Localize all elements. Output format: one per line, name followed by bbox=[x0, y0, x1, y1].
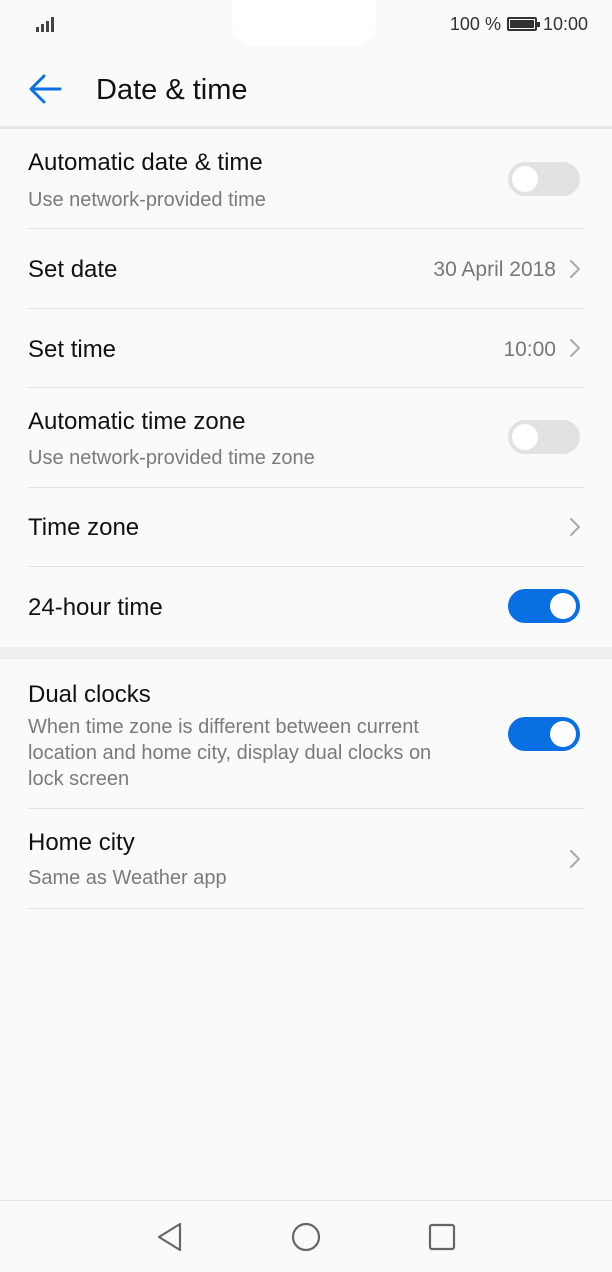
hour-24-toggle[interactable] bbox=[508, 589, 580, 623]
automatic-date-time-row[interactable]: Automatic date & time Use network-provid… bbox=[28, 129, 584, 229]
dual-clocks-row[interactable]: Dual clocks When time zone is different … bbox=[28, 659, 584, 809]
system-nav-bar bbox=[0, 1200, 612, 1272]
automatic-time-zone-title: Automatic time zone bbox=[28, 408, 246, 435]
automatic-time-zone-row[interactable]: Automatic time zone Use network-provided… bbox=[28, 388, 584, 488]
automatic-time-zone-toggle[interactable] bbox=[508, 420, 580, 454]
status-time: 10:00 bbox=[542, 13, 588, 34]
square-recents-icon bbox=[428, 1223, 456, 1251]
nav-back-button[interactable] bbox=[152, 1219, 188, 1255]
circle-home-icon bbox=[291, 1222, 321, 1252]
automatic-date-time-title: Automatic date & time bbox=[28, 149, 263, 176]
set-date-value: 30 April 2018 bbox=[433, 258, 556, 281]
automatic-time-zone-subtitle: Use network-provided time zone bbox=[28, 447, 315, 469]
page-title: Date & time bbox=[96, 74, 248, 106]
back-button[interactable] bbox=[26, 68, 68, 110]
arrow-left-icon bbox=[29, 74, 62, 104]
chevron-right-icon bbox=[570, 260, 580, 278]
set-time-value: 10:00 bbox=[503, 338, 556, 361]
triangle-back-icon bbox=[157, 1222, 182, 1252]
status-bar: 100 % 10:00 bbox=[0, 0, 612, 48]
set-date-row[interactable]: Set date 30 April 2018 bbox=[28, 229, 584, 309]
battery-percent: 100 % bbox=[449, 13, 501, 34]
toggle-knob bbox=[550, 721, 576, 747]
signal-icon bbox=[36, 14, 58, 32]
toggle-knob bbox=[512, 424, 538, 450]
home-city-subtitle: Same as Weather app bbox=[28, 867, 227, 889]
app-bar: Date & time bbox=[0, 48, 612, 128]
time-zone-title: Time zone bbox=[28, 514, 140, 541]
automatic-date-time-subtitle: Use network-provided time bbox=[28, 189, 266, 211]
dual-clocks-subtitle-line-1: When time zone is different between curr… bbox=[28, 716, 419, 738]
toggle-knob bbox=[550, 593, 576, 619]
hour-24-title: 24-hour time bbox=[28, 594, 163, 621]
set-date-title: Set date bbox=[28, 256, 118, 283]
hour-24-row[interactable]: 24-hour time bbox=[28, 567, 584, 647]
dual-clocks-title: Dual clocks bbox=[28, 681, 151, 708]
chevron-right-icon bbox=[570, 850, 580, 868]
status-right: 100 % 10:00 bbox=[450, 12, 588, 36]
section-divider bbox=[0, 647, 612, 659]
set-time-row[interactable]: Set time 10:00 bbox=[28, 309, 584, 388]
set-time-title: Set time bbox=[28, 336, 117, 363]
nav-recents-button[interactable] bbox=[424, 1219, 460, 1255]
home-city-title: Home city bbox=[28, 829, 135, 856]
battery-icon bbox=[506, 17, 540, 31]
dual-clocks-subtitle-line-2: location and home city, display dual clo… bbox=[28, 742, 432, 764]
toggle-knob bbox=[512, 166, 538, 192]
date-time-settings-screen: 100 % 10:00 Date & time Automatic date &… bbox=[0, 0, 612, 1272]
time-zone-row[interactable]: Time zone bbox=[28, 488, 584, 567]
chevron-right-icon bbox=[570, 518, 580, 536]
nav-home-button[interactable] bbox=[288, 1219, 324, 1255]
automatic-date-time-toggle[interactable] bbox=[508, 162, 580, 196]
display-notch bbox=[232, 0, 376, 46]
chevron-right-icon bbox=[570, 339, 580, 357]
dual-clocks-subtitle-line-3: lock screen bbox=[28, 768, 130, 790]
dual-clocks-toggle[interactable] bbox=[508, 717, 580, 751]
home-city-row[interactable]: Home city Same as Weather app bbox=[28, 809, 584, 909]
